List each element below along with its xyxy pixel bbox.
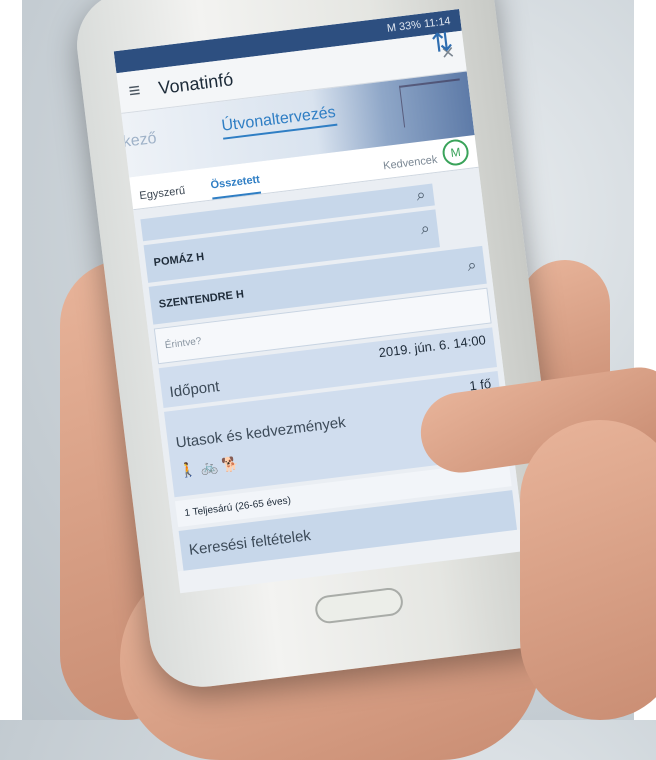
tab-route-planning[interactable]: Útvonaltervezés bbox=[220, 103, 338, 140]
menu-icon[interactable]: ≡ bbox=[127, 77, 160, 103]
phone-screen: M 33% 11:14 ≡ Vonatinfó × kező Útvonalte… bbox=[113, 8, 526, 594]
passenger-type-icons: 🚶 🚲 🐕 bbox=[178, 455, 240, 479]
search-criteria-label: Keresési feltételek bbox=[187, 526, 312, 559]
home-button[interactable] bbox=[313, 586, 405, 625]
search-icon[interactable]: ⌕ bbox=[416, 187, 427, 206]
phone: M 33% 11:14 ≡ Vonatinfó × kező Útvonalte… bbox=[70, 0, 574, 693]
left-margin bbox=[0, 0, 22, 720]
search-icon[interactable]: ⌕ bbox=[467, 257, 478, 276]
time-value: 2019. jún. 6. 14:00 bbox=[377, 332, 487, 361]
via-placeholder: Érintve? bbox=[164, 335, 203, 351]
power-line-image bbox=[399, 78, 465, 128]
search-form: ⌕ ⇅ POMÁZ H ⌕ SZENTENDRE H ⌕ Érintve? 20… bbox=[133, 26, 523, 572]
swap-icon[interactable]: ⇅ bbox=[430, 26, 455, 59]
tab-previous[interactable]: kező bbox=[122, 130, 158, 152]
passengers-label: Utasok és kedvezmények bbox=[174, 413, 347, 452]
search-icon[interactable]: ⌕ bbox=[420, 220, 431, 239]
time-label: Időpont bbox=[168, 378, 221, 402]
favorite-icon[interactable]: M bbox=[441, 137, 471, 167]
right-hand bbox=[520, 420, 656, 720]
passenger-detail-text: 1 Teljesárú (26-65 éves) bbox=[183, 494, 292, 519]
